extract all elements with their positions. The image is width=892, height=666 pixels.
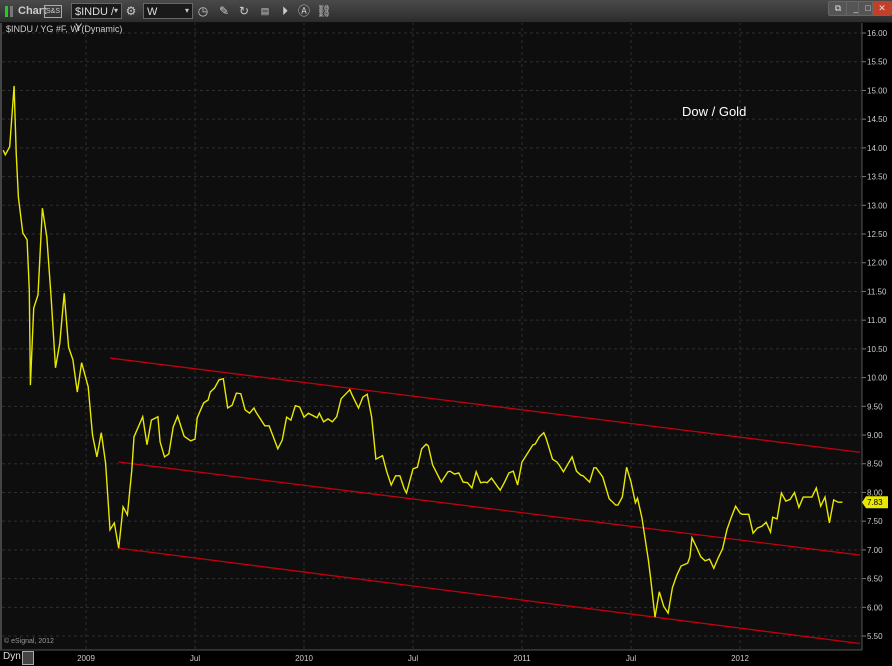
y-tick-label: 12.00	[867, 259, 888, 268]
alert-icon[interactable]: Ⓐ	[296, 3, 312, 19]
formula-icon[interactable]: ▤	[257, 3, 273, 19]
y-tick-label: 9.00	[867, 431, 883, 440]
window-title: Chart	[18, 5, 47, 17]
scale-lock-button[interactable]	[22, 651, 34, 665]
chart-header: $INDU / YG #F, W (Dynamic)	[6, 24, 123, 34]
y-tick-label: 13.00	[867, 201, 888, 210]
x-tick-label: 2010	[295, 654, 313, 663]
last-value-label: 7.83	[867, 498, 883, 507]
play-icon[interactable]: ⏵	[277, 3, 293, 19]
copyright: © eSignal, 2012	[4, 638, 54, 645]
y-tick-label: 14.00	[867, 144, 888, 153]
toolbar: Chart S&S $INDU / Y ▾ ⚙ W ▾ ◷ ✎ ↻ ▤ ⏵ Ⓐ …	[0, 0, 892, 34]
refresh-icon[interactable]: ↻	[236, 3, 252, 19]
pencil-icon[interactable]: ✎	[216, 3, 232, 19]
y-tick-label: 10.00	[867, 374, 888, 383]
link-icon[interactable]: ⛓	[316, 3, 332, 19]
y-tick-label: 15.00	[867, 86, 888, 95]
y-tick-label: 5.50	[867, 632, 883, 641]
x-axis-panel	[0, 650, 892, 666]
dynamic-scale-label: Dyn	[3, 651, 21, 662]
clock-icon[interactable]: ◷	[195, 3, 211, 19]
restore-icon[interactable]: ⧉	[828, 1, 848, 16]
x-tick-label: 2011	[513, 654, 531, 663]
y-tick-label: 13.50	[867, 173, 888, 182]
price-chart[interactable]: 16.00 15.50 15.00 14.50 14.00 13.50 13.00 12.50…	[0, 0, 892, 666]
y-tick-label: 7.50	[867, 517, 883, 526]
y-tick-label: 15.50	[867, 58, 888, 67]
x-tick-label: 2012	[731, 654, 749, 663]
interval-dropdown-icon[interactable]: ▾	[185, 3, 189, 19]
link-badge[interactable]: S&S	[44, 5, 63, 18]
y-tick-label: 6.50	[867, 575, 883, 584]
y-tick-label: 14.50	[867, 115, 888, 124]
symbol-dropdown-icon[interactable]: ▾	[114, 3, 118, 19]
x-tick-label: Jul	[190, 654, 200, 663]
y-tick-label: 6.00	[867, 603, 883, 612]
y-tick-label: 9.50	[867, 402, 883, 411]
y-tick-label: 10.50	[867, 345, 888, 354]
x-tick-label: Jul	[626, 654, 636, 663]
y-tick-label: 16.00	[867, 29, 888, 38]
y-tick-label: 8.50	[867, 460, 883, 469]
close-icon[interactable]: ✕	[872, 1, 892, 16]
y-tick-label: 7.00	[867, 546, 883, 555]
y-tick-label: 11.50	[867, 287, 887, 296]
y-tick-label: 12.50	[867, 230, 888, 239]
x-tick-label: 2009	[77, 654, 95, 663]
y-tick-label: 11.00	[867, 316, 887, 325]
chart-annotation: Dow / Gold	[682, 104, 747, 119]
y-tick-label: 8.00	[867, 488, 883, 497]
chart-app-icon	[4, 3, 14, 19]
symbol-settings-icon[interactable]: ⚙	[123, 3, 139, 19]
x-tick-label: Jul	[408, 654, 418, 663]
